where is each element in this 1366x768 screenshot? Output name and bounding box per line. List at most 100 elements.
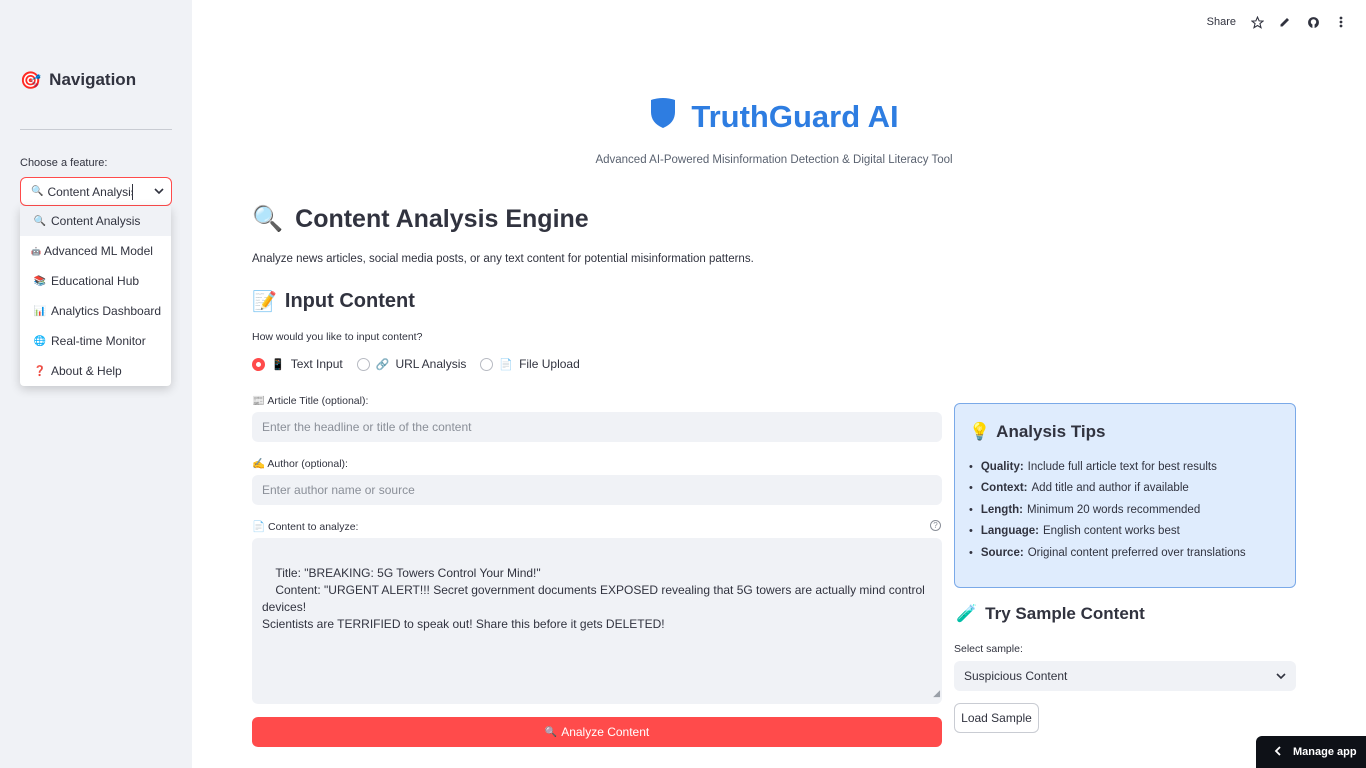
top-toolbar: Share — [1207, 14, 1348, 30]
link-icon: 🔗 — [375, 358, 390, 371]
radio-label: Text Input — [290, 357, 343, 371]
tip-item: Source:Original content preferred over t… — [969, 542, 1281, 564]
analysis-tips-panel: 💡 Analysis Tips Quality:Include full art… — [954, 403, 1296, 588]
tip-item: Context:Add title and author if availabl… — [969, 478, 1281, 500]
sample-select[interactable]: Suspicious Content — [954, 661, 1296, 691]
manage-app-label: Manage app — [1293, 746, 1357, 758]
feature-select[interactable]: 🔍 Content Analysis — [20, 177, 172, 206]
analyze-content-button[interactable]: 🔍 Analyze Content — [252, 717, 942, 747]
manage-app-button[interactable]: Manage app — [1256, 736, 1366, 768]
tip-text: English content works best — [1043, 525, 1180, 538]
search-icon: 🔍 — [252, 205, 284, 233]
lightbulb-icon: 💡 — [969, 422, 991, 441]
dropdown-item-educational-hub[interactable]: 📚 Educational Hub — [20, 266, 171, 296]
chevron-down-icon — [1276, 669, 1286, 683]
dropdown-item-analytics-dashboard[interactable]: 📊 Analytics Dashboard — [20, 296, 171, 326]
star-icon[interactable] — [1250, 14, 1264, 30]
tips-list: Quality:Include full article text for be… — [969, 456, 1281, 564]
page-title-text: Content Analysis Engine — [295, 205, 589, 233]
page-title: 🔍 Content Analysis Engine — [252, 205, 589, 234]
dropdown-item-label: Educational Hub — [51, 274, 140, 288]
tips-title-text: Analysis Tips — [996, 422, 1106, 441]
tip-item: Length:Minimum 20 words recommended — [969, 499, 1281, 521]
article-title-placeholder: Enter the headline or title of the conte… — [262, 420, 472, 434]
dropdown-item-advanced-ml-model[interactable]: 🤖 Advanced ML Model — [20, 236, 171, 266]
app-header: TruthGuard AI Advanced AI-Powered Misinf… — [192, 96, 1356, 166]
question-icon: ❓ — [33, 365, 47, 377]
tip-key: Length: — [980, 503, 1024, 516]
article-title-label: 📰 Article Title (optional): — [252, 395, 369, 407]
feature-dropdown: 🔍 Content Analysis 🤖 Advanced ML Model 📚… — [20, 206, 171, 386]
tip-text: Minimum 20 words recommended — [1027, 503, 1201, 516]
memo-icon: 📝 — [252, 291, 277, 313]
feature-select-value: Content Analysis — [47, 184, 132, 199]
load-sample-button[interactable]: Load Sample — [954, 703, 1039, 733]
dropdown-item-label: About & Help — [51, 364, 122, 378]
radio-label: URL Analysis — [395, 357, 467, 371]
author-input[interactable]: Enter author name or source — [252, 475, 942, 505]
sidebar-title: 🎯 Navigation — [20, 70, 136, 90]
radio-indicator[interactable] — [356, 357, 370, 371]
dropdown-item-about-help[interactable]: ❓ About & Help — [20, 356, 171, 386]
article-title-input[interactable]: Enter the headline or title of the conte… — [252, 412, 942, 442]
pencil-icon[interactable] — [1278, 14, 1292, 30]
tip-key: Context: — [980, 482, 1028, 495]
test-tube-icon: 🧪 — [956, 604, 978, 623]
radio-text-input[interactable]: 📱 Text Input — [252, 357, 343, 371]
github-icon[interactable] — [1306, 14, 1320, 30]
books-icon: 📚 — [33, 275, 47, 287]
radio-url-analysis[interactable]: 🔗 URL Analysis — [356, 357, 467, 371]
input-section-title: 📝 Input Content — [252, 289, 415, 314]
resize-handle-icon[interactable]: ◢ — [933, 685, 940, 702]
feature-select-label: Choose a feature: — [20, 157, 108, 169]
radio-file-upload[interactable]: 📄 File Upload — [480, 357, 580, 371]
text-caret — [132, 183, 133, 200]
content-textarea[interactable]: Title: "BREAKING: 5G Towers Control Your… — [252, 538, 942, 704]
sidebar-divider — [20, 129, 172, 130]
content-label: 📄 Content to analyze: — [252, 521, 359, 533]
chevron-down-icon[interactable] — [147, 186, 171, 198]
phone-icon: 📱 — [271, 358, 285, 371]
tip-item: Language: English content works best — [969, 521, 1281, 543]
analyze-content-label: Analyze Content — [561, 725, 650, 739]
sample-select-label: Select sample: — [954, 643, 1023, 655]
dropdown-item-label: Analytics Dashboard — [51, 304, 162, 318]
dropdown-item-content-analysis[interactable]: 🔍 Content Analysis — [20, 206, 171, 236]
robot-icon: 🤖 — [31, 246, 41, 256]
input-section-title-text: Input Content — [284, 290, 415, 312]
search-icon: 🔍 — [544, 726, 558, 738]
app-title-text: TruthGuard AI — [691, 98, 899, 134]
more-vertical-icon[interactable] — [1334, 14, 1348, 30]
search-icon: 🔍 — [31, 186, 44, 197]
page-intro: Analyze news articles, social media post… — [252, 253, 754, 265]
file-icon: 📄 — [499, 358, 514, 371]
dropdown-item-label: Content Analysis — [51, 214, 141, 228]
radio-label: File Upload — [519, 357, 580, 371]
app-subtitle: Advanced AI-Powered Misinformation Detec… — [595, 154, 953, 166]
radio-indicator-selected[interactable] — [252, 357, 265, 371]
tip-item: Quality:Include full article text for be… — [969, 456, 1281, 478]
app-title: TruthGuard AI — [649, 96, 899, 137]
sample-select-value: Suspicious Content — [964, 669, 1068, 683]
share-button[interactable]: Share — [1207, 16, 1236, 28]
chart-icon: 📊 — [33, 305, 47, 317]
tip-key: Language: — [980, 525, 1039, 538]
sample-section-title: 🧪 Try Sample Content — [956, 604, 1145, 624]
target-icon: 🎯 — [20, 70, 42, 90]
dropdown-item-label: Advanced ML Model — [44, 244, 153, 258]
sample-section-title-text: Try Sample Content — [985, 604, 1145, 623]
tip-text: Include full article text for best resul… — [1027, 460, 1217, 473]
globe-icon: 🌐 — [33, 335, 47, 347]
chevron-left-icon — [1274, 745, 1281, 759]
help-icon[interactable]: ? — [930, 520, 941, 531]
tip-text: Original content preferred over translat… — [1027, 546, 1246, 559]
radio-indicator[interactable] — [480, 357, 494, 371]
sidebar-title-text: Navigation — [49, 70, 137, 89]
dropdown-item-real-time-monitor[interactable]: 🌐 Real-time Monitor — [20, 326, 171, 356]
tip-text: Add title and author if available — [1031, 482, 1189, 495]
tip-key: Quality: — [980, 460, 1024, 473]
input-method-radio-group: 📱 Text Input 🔗 URL Analysis 📄 File Uploa… — [252, 357, 580, 371]
sidebar: 🎯 Navigation Choose a feature: 🔍 Content… — [0, 0, 192, 768]
author-label: ✍️ Author (optional): — [252, 458, 348, 470]
input-method-label: How would you like to input content? — [252, 331, 423, 343]
